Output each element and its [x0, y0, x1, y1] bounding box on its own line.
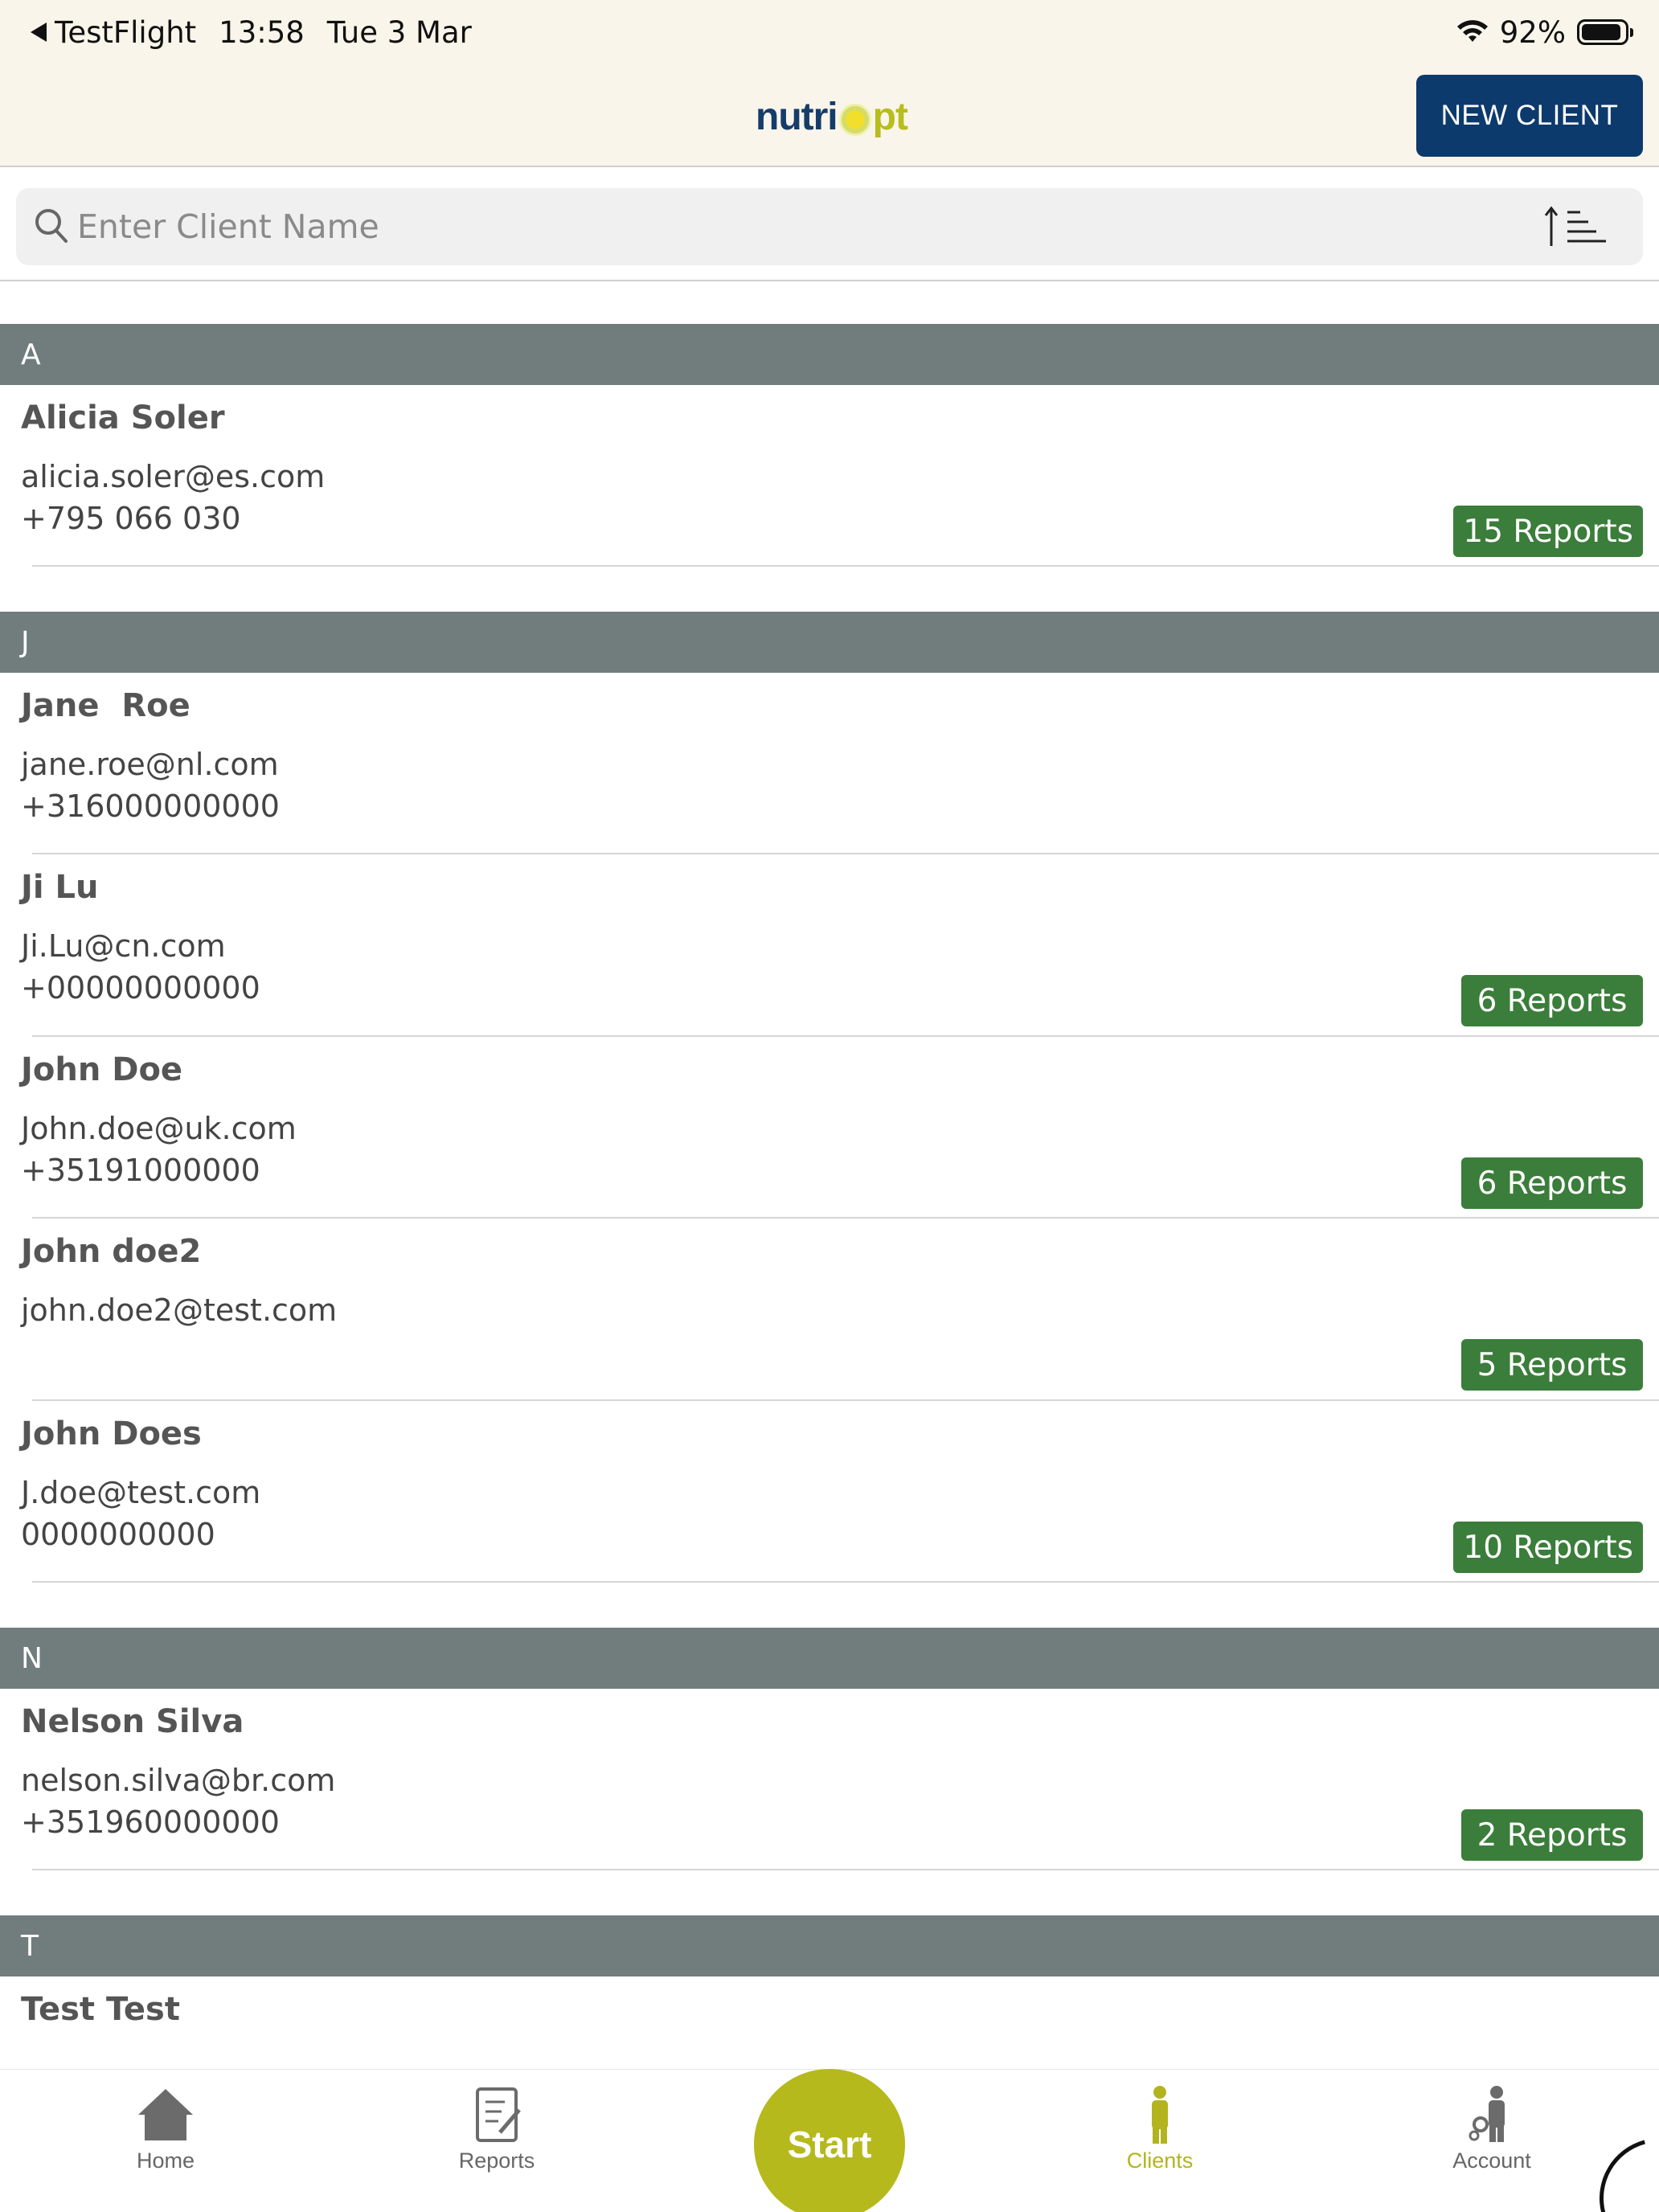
- section-header-j: J: [0, 612, 1659, 673]
- app-header: nutri pt NEW CLIENT: [0, 64, 1659, 167]
- reports-count-badge[interactable]: 15 Reports: [1453, 506, 1643, 557]
- client-email: John.doe@uk.com: [21, 1111, 297, 1146]
- tab-account[interactable]: Account: [1403, 2084, 1580, 2173]
- logo-text-pt: pt: [872, 95, 908, 138]
- client-name: John Doe: [21, 1051, 183, 1088]
- person-icon: [1152, 2086, 1168, 2144]
- client-phone: +795 066 030: [21, 501, 241, 536]
- search-box[interactable]: [16, 188, 1643, 265]
- client-phone: +351960000000: [21, 1804, 280, 1840]
- client-row[interactable]: Alicia Soler alicia.soler@es.com +795 06…: [0, 385, 1659, 567]
- client-name: Ji Lu: [21, 869, 99, 906]
- account-settings-icon: [1469, 2086, 1505, 2142]
- search-area: [0, 167, 1659, 281]
- client-name: Test Test: [21, 1991, 180, 2028]
- tab-clients[interactable]: Clients: [1071, 2084, 1248, 2173]
- reports-count-badge[interactable]: 5 Reports: [1461, 1339, 1643, 1391]
- home-icon: [138, 2089, 193, 2140]
- battery-level: [1582, 24, 1620, 40]
- client-name: Alicia Soler: [21, 399, 225, 436]
- tab-reports-label: Reports: [458, 2149, 535, 2173]
- client-row[interactable]: Ji Lu Ji.Lu@cn.com +00000000000 6 Report…: [0, 854, 1659, 1037]
- row-divider: [32, 1581, 1659, 1583]
- back-arrow-icon: [31, 23, 47, 42]
- logo-text-nutri: nutri: [756, 95, 838, 138]
- back-app-label: TestFlight: [55, 14, 197, 50]
- client-phone: 0000000000: [21, 1517, 215, 1552]
- client-name: Jane Roe: [21, 687, 190, 724]
- sort-ascending-icon[interactable]: [1543, 204, 1611, 249]
- status-time: 13:58: [219, 14, 305, 50]
- client-phone: +35191000000: [21, 1153, 260, 1188]
- client-name: John doe2: [21, 1233, 202, 1270]
- search-icon: [35, 209, 68, 243]
- status-bar: TestFlight 13:58 Tue 3 Mar 92%: [0, 0, 1659, 64]
- client-row[interactable]: Nelson Silva nelson.silva@br.com +351960…: [0, 1689, 1659, 1870]
- client-row[interactable]: John Does J.doe@test.com 0000000000 10 R…: [0, 1401, 1659, 1583]
- tab-account-label: Account: [1452, 2149, 1531, 2173]
- status-date: Tue 3 Mar: [326, 14, 472, 50]
- section-header-n: N: [0, 1628, 1659, 1689]
- client-row[interactable]: John doe2 john.doe2@test.com 5 Reports: [0, 1219, 1659, 1401]
- tab-clients-label: Clients: [1126, 2149, 1194, 2173]
- client-row[interactable]: Test Test: [0, 1976, 1659, 2069]
- tab-home-label: Home: [136, 2149, 195, 2173]
- tab-reports[interactable]: Reports: [408, 2084, 585, 2173]
- tab-home[interactable]: Home: [77, 2084, 254, 2173]
- section-header-a: A: [0, 324, 1659, 385]
- battery-percent: 92%: [1499, 14, 1566, 50]
- client-email: alicia.soler@es.com: [21, 459, 326, 494]
- battery-icon: [1577, 19, 1633, 45]
- reports-count-badge[interactable]: 10 Reports: [1453, 1522, 1643, 1573]
- client-row[interactable]: Jane Roe jane.roe@nl.com +316000000000: [0, 673, 1659, 854]
- reports-count-badge[interactable]: 2 Reports: [1461, 1809, 1643, 1861]
- new-client-button[interactable]: NEW CLIENT: [1416, 75, 1643, 157]
- row-divider: [32, 1869, 1659, 1870]
- client-email: john.doe2@test.com: [21, 1292, 338, 1328]
- wifi-icon: [1456, 20, 1488, 42]
- client-email: Ji.Lu@cn.com: [21, 928, 226, 964]
- client-name: John Does: [21, 1415, 202, 1452]
- back-to-app-button[interactable]: TestFlight: [31, 15, 196, 50]
- row-divider: [32, 565, 1659, 567]
- client-row[interactable]: John Doe John.doe@uk.com +35191000000 6 …: [0, 1037, 1659, 1219]
- client-name: Nelson Silva: [21, 1703, 244, 1740]
- reports-icon: [476, 2087, 521, 2142]
- client-search-input[interactable]: [77, 203, 1524, 251]
- client-email: jane.roe@nl.com: [21, 747, 279, 782]
- client-phone: +00000000000: [21, 970, 260, 1006]
- client-email: J.doe@test.com: [21, 1475, 261, 1510]
- start-button[interactable]: Start: [754, 2069, 905, 2212]
- client-email: nelson.silva@br.com: [21, 1763, 336, 1798]
- reports-count-badge[interactable]: 6 Reports: [1461, 1157, 1643, 1209]
- nutriopt-logo: nutri pt: [756, 88, 908, 145]
- client-phone: +316000000000: [21, 789, 280, 824]
- logo-sun-icon: [838, 104, 871, 136]
- reports-count-badge[interactable]: 6 Reports: [1461, 975, 1643, 1026]
- section-header-t: T: [0, 1915, 1659, 1976]
